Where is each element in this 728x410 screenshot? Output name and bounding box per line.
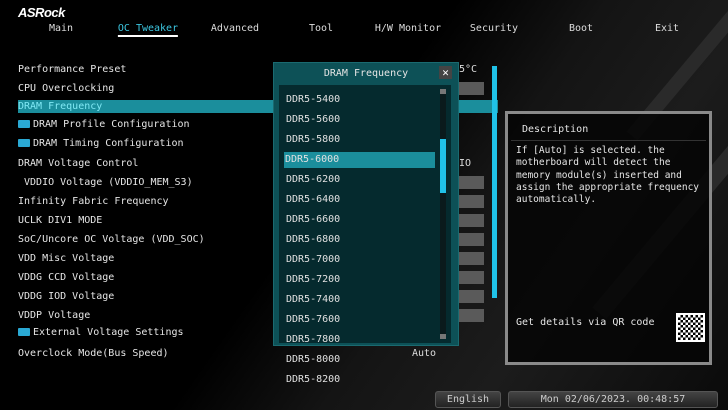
setting-row[interactable]: External Voltage Settings	[18, 327, 184, 338]
folder-icon	[18, 328, 30, 336]
frequency-option[interactable]: DDR5-8200	[285, 372, 435, 388]
frequency-option[interactable]: DDR5-5600	[285, 112, 435, 128]
description-panel: Description If [Auto] is selected. the m…	[505, 111, 712, 365]
setting-label: External Voltage Settings	[33, 327, 184, 338]
setting-row[interactable]: Performance Preset	[18, 64, 126, 75]
setting-label: DRAM Frequency	[18, 101, 103, 112]
setting-label: SoC/Uncore OC Voltage (VDD_SOC)	[18, 234, 205, 245]
tab-h-w-monitor[interactable]: H/W Monitor	[375, 23, 441, 34]
setting-row[interactable]: Overclock Mode(Bus Speed)	[18, 348, 169, 359]
frequency-option[interactable]: DDR5-6200	[285, 172, 435, 188]
frequency-option[interactable]: DDR5-6800	[285, 232, 435, 248]
tab-tool[interactable]: Tool	[309, 23, 333, 34]
setting-value-box[interactable]	[458, 176, 484, 189]
setting-value-box[interactable]	[458, 233, 484, 246]
frequency-option[interactable]: DDR5-6600	[285, 212, 435, 228]
setting-row[interactable]: DRAM Profile Configuration	[18, 119, 190, 130]
setting-label: VDD Misc Voltage	[18, 253, 115, 264]
setting-row[interactable]: VDD Misc Voltage	[18, 253, 114, 264]
datetime-display: Mon 02/06/2023. 00:48:57	[508, 391, 718, 408]
scroll-down-arrow-icon[interactable]	[440, 334, 446, 339]
setting-row[interactable]: SoC/Uncore OC Voltage (VDD_SOC)	[18, 234, 205, 245]
description-text: If [Auto] is selected. the motherboard w…	[516, 145, 700, 206]
setting-value-box[interactable]	[458, 290, 484, 303]
qr-code-icon	[676, 313, 705, 342]
setting-value-box[interactable]	[458, 271, 484, 284]
setting-label: VDDG CCD Voltage	[18, 272, 115, 283]
close-icon[interactable]: ✕	[439, 66, 452, 79]
setting-row[interactable]: DRAM Timing Configuration	[18, 138, 184, 149]
setting-value-box[interactable]	[458, 82, 484, 95]
setting-row[interactable]: CPU Overclocking	[18, 83, 114, 94]
setting-value[interactable]: IO	[459, 158, 471, 169]
frequency-option[interactable]: DDR5-6000	[284, 152, 435, 168]
popup-scrollbar[interactable]	[440, 89, 446, 339]
setting-value-box[interactable]	[458, 214, 484, 227]
setting-label: Overclock Mode(Bus Speed)	[18, 348, 169, 359]
scroll-up-arrow-icon[interactable]	[440, 89, 446, 94]
frequency-option-list: DDR5-5400 DDR5-5600 DDR5-5800 DDR5-6000 DDR5…	[279, 85, 451, 385]
folder-icon	[18, 139, 30, 147]
frequency-option[interactable]: DDR5-5400	[285, 92, 435, 108]
setting-row[interactable]: VDDIO Voltage (VDDIO_MEM_S3)	[18, 177, 193, 188]
setting-label: VDDIO Voltage (VDDIO_MEM_S3)	[18, 177, 193, 188]
setting-value-box[interactable]	[458, 195, 484, 208]
tab-exit[interactable]: Exit	[655, 23, 679, 34]
setting-row[interactable]: UCLK DIV1 MODE	[18, 215, 102, 226]
tab-oc-tweaker[interactable]: OC Tweaker	[117, 23, 179, 37]
language-button[interactable]: English	[435, 391, 501, 408]
setting-value-box[interactable]	[458, 252, 484, 265]
popup-title: DRAM Frequency	[323, 68, 409, 79]
frequency-option[interactable]: DDR5-7000	[285, 252, 435, 268]
setting-label: VDDP Voltage	[18, 310, 91, 321]
setting-value[interactable]: 5°C	[459, 64, 477, 75]
dram-frequency-popup: DRAM Frequency ✕ DDR5-5400 DDR5-5600 DDR5-…	[273, 62, 459, 385]
setting-row[interactable]: VDDP Voltage	[18, 310, 90, 321]
tab-advanced[interactable]: Advanced	[211, 23, 259, 34]
frequency-option[interactable]: DDR5-7800	[285, 332, 435, 348]
frequency-option[interactable]: DDR5-5800	[285, 132, 435, 148]
setting-label: DRAM Voltage Control	[18, 158, 139, 169]
setting-row[interactable]: DRAM Voltage Control	[18, 158, 138, 169]
setting-row[interactable]: VDDG IOD Voltage	[18, 291, 114, 302]
popup-scroll-thumb[interactable]	[440, 139, 446, 193]
frequency-option[interactable]: DDR5-8000	[285, 352, 435, 368]
qr-label: Get details via QR code	[516, 317, 655, 328]
divider	[511, 140, 706, 141]
frequency-option[interactable]: DDR5-7400	[285, 292, 435, 308]
setting-label: VDDG IOD Voltage	[18, 291, 115, 302]
main-scrollbar[interactable]	[492, 66, 497, 298]
setting-value-box[interactable]	[458, 309, 484, 322]
setting-label: CPU Overclocking	[18, 83, 115, 94]
setting-label: Performance Preset	[18, 64, 127, 75]
setting-row[interactable]: Infinity Fabric Frequency	[18, 196, 169, 207]
asrock-logo: ASRock	[18, 5, 65, 20]
setting-row[interactable]: VDDG CCD Voltage	[18, 272, 114, 283]
setting-label: DRAM Timing Configuration	[33, 138, 184, 149]
frequency-option[interactable]: DDR5-6400	[285, 192, 435, 208]
tab-security[interactable]: Security	[470, 23, 518, 34]
frequency-option[interactable]: DDR5-7200	[285, 272, 435, 288]
setting-label: DRAM Profile Configuration	[33, 119, 190, 130]
frequency-option[interactable]: DDR5-7600	[285, 312, 435, 328]
top-nav: Main OC Tweaker Advanced Tool H/W Monitor Sec…	[0, 23, 728, 37]
tab-boot[interactable]: Boot	[569, 23, 593, 34]
description-heading: Description	[522, 124, 589, 135]
profile-icon	[18, 120, 30, 128]
tab-main[interactable]: Main	[49, 23, 73, 34]
setting-label: UCLK DIV1 MODE	[18, 215, 103, 226]
setting-label: Infinity Fabric Frequency	[18, 196, 169, 207]
